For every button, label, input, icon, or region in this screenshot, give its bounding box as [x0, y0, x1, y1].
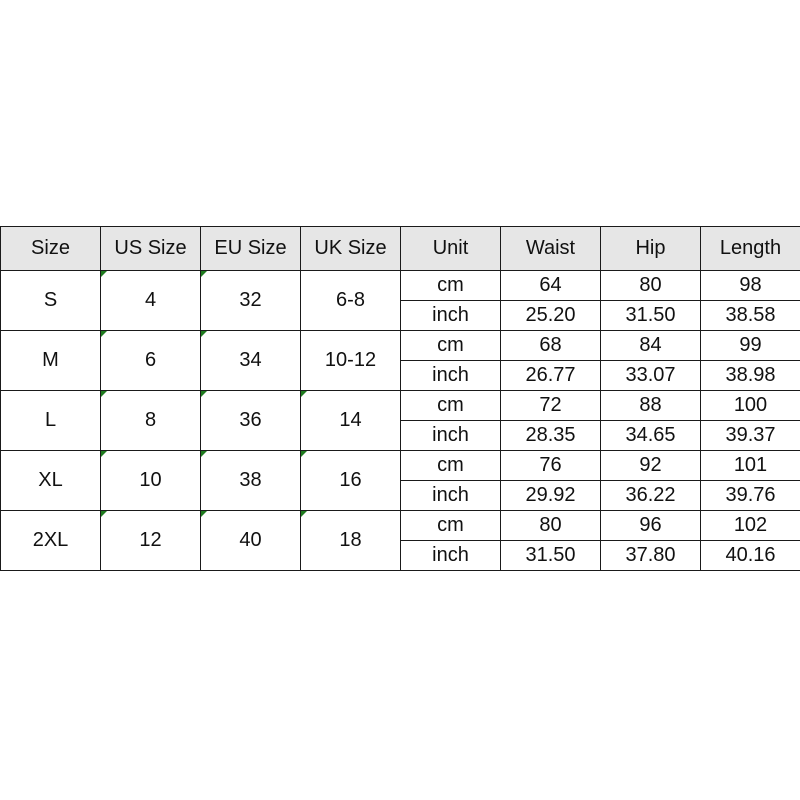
hip-cm-cell: 80 [600, 270, 701, 301]
length-inch-cell: 40.16 [700, 540, 800, 571]
length-inch-cell: 38.58 [700, 300, 800, 331]
table-row: S 4 32 6-8 cm 64 80 98 [0, 270, 800, 331]
size-chart-body: S 4 32 6-8 cm 64 80 98 inch 25.20 31.50 38.58 M 6 34 10… [0, 270, 800, 571]
unit-cm-cell: cm [400, 330, 501, 361]
eu-size-cell: 32 [200, 270, 301, 331]
header-waist: Waist [500, 226, 601, 271]
size-cell: M [0, 330, 101, 391]
length-cm-cell: 99 [700, 330, 800, 361]
us-size-cell: 4 [100, 270, 201, 331]
eu-size-cell: 40 [200, 510, 301, 571]
hip-inch-cell: 31.50 [600, 300, 701, 331]
unit-inch-cell: inch [400, 300, 501, 331]
unit-cm-cell: cm [400, 390, 501, 421]
waist-inch-cell: 28.35 [500, 420, 601, 451]
waist-inch-cell: 26.77 [500, 360, 601, 391]
uk-size-cell: 16 [300, 450, 401, 511]
size-chart-table: Size US Size EU Size UK Size Unit Waist … [0, 226, 800, 571]
us-size-cell: 12 [100, 510, 201, 571]
waist-cm-cell: 72 [500, 390, 601, 421]
unit-cm-cell: cm [400, 510, 501, 541]
hip-cm-cell: 92 [600, 450, 701, 481]
unit-inch-cell: inch [400, 540, 501, 571]
uk-size-cell: 10-12 [300, 330, 401, 391]
header-length: Length [700, 226, 800, 271]
header-row: Size US Size EU Size UK Size Unit Waist … [0, 226, 800, 271]
unit-cm-cell: cm [400, 450, 501, 481]
length-inch-cell: 39.76 [700, 480, 800, 511]
hip-inch-cell: 36.22 [600, 480, 701, 511]
length-cm-cell: 101 [700, 450, 800, 481]
hip-cm-cell: 88 [600, 390, 701, 421]
size-cell: 2XL [0, 510, 101, 571]
unit-inch-cell: inch [400, 360, 501, 391]
unit-inch-cell: inch [400, 480, 501, 511]
eu-size-cell: 38 [200, 450, 301, 511]
length-cm-cell: 98 [700, 270, 800, 301]
length-cm-cell: 100 [700, 390, 800, 421]
size-cell: XL [0, 450, 101, 511]
uk-size-cell: 18 [300, 510, 401, 571]
header-hip: Hip [600, 226, 701, 271]
length-cm-cell: 102 [700, 510, 800, 541]
waist-cm-cell: 68 [500, 330, 601, 361]
header-uk-size: UK Size [300, 226, 401, 271]
header-unit: Unit [400, 226, 501, 271]
hip-cm-cell: 96 [600, 510, 701, 541]
table-row: XL 10 38 16 cm 76 92 101 [0, 450, 800, 511]
eu-size-cell: 36 [200, 390, 301, 451]
length-inch-cell: 38.98 [700, 360, 800, 391]
hip-cm-cell: 84 [600, 330, 701, 361]
header-eu-size: EU Size [200, 226, 301, 271]
us-size-cell: 8 [100, 390, 201, 451]
us-size-cell: 10 [100, 450, 201, 511]
waist-inch-cell: 31.50 [500, 540, 601, 571]
us-size-cell: 6 [100, 330, 201, 391]
hip-inch-cell: 37.80 [600, 540, 701, 571]
table-row: M 6 34 10-12 cm 68 84 99 [0, 330, 800, 391]
unit-inch-cell: inch [400, 420, 501, 451]
table-row: 2XL 12 40 18 cm 80 96 102 [0, 510, 800, 571]
size-cell: L [0, 390, 101, 451]
size-cell: S [0, 270, 101, 331]
waist-inch-cell: 29.92 [500, 480, 601, 511]
header-us-size: US Size [100, 226, 201, 271]
hip-inch-cell: 33.07 [600, 360, 701, 391]
length-inch-cell: 39.37 [700, 420, 800, 451]
waist-cm-cell: 80 [500, 510, 601, 541]
waist-cm-cell: 76 [500, 450, 601, 481]
header-size: Size [0, 226, 101, 271]
table-row: L 8 36 14 cm 72 88 100 [0, 390, 800, 451]
waist-inch-cell: 25.20 [500, 300, 601, 331]
waist-cm-cell: 64 [500, 270, 601, 301]
uk-size-cell: 6-8 [300, 270, 401, 331]
hip-inch-cell: 34.65 [600, 420, 701, 451]
unit-cm-cell: cm [400, 270, 501, 301]
uk-size-cell: 14 [300, 390, 401, 451]
eu-size-cell: 34 [200, 330, 301, 391]
